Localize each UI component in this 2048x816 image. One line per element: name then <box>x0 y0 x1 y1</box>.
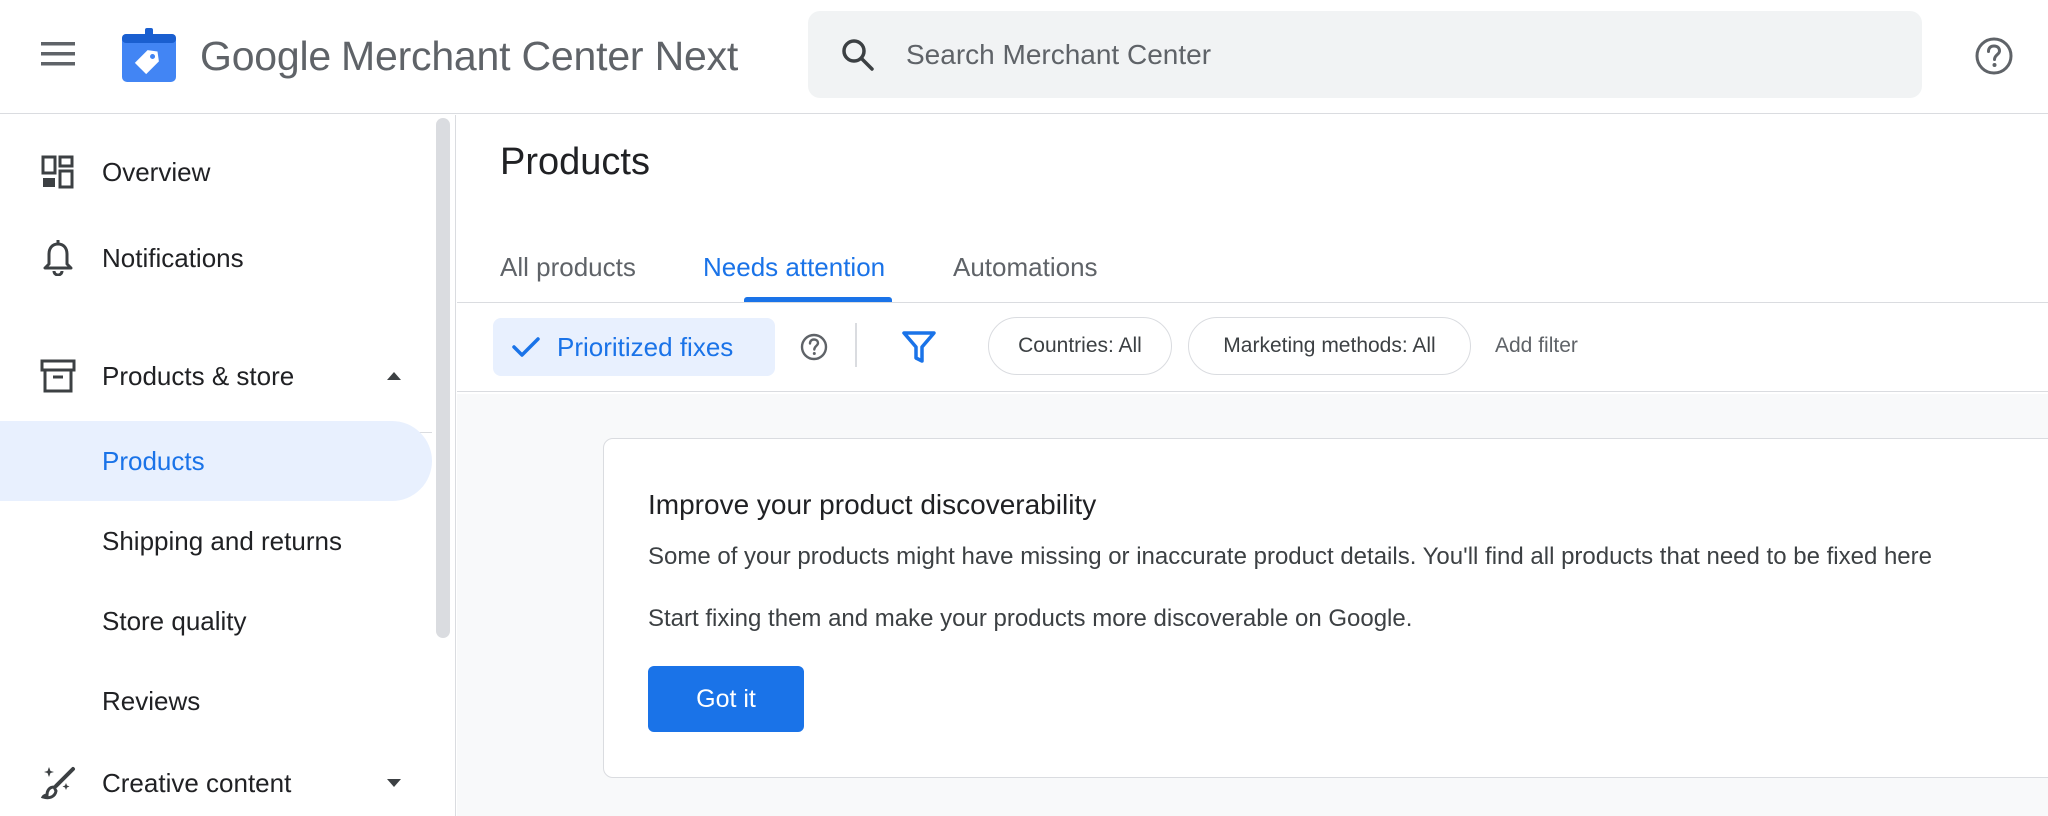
prioritized-help-icon[interactable] <box>799 332 829 362</box>
tab-needs-attention[interactable]: Needs attention <box>703 227 885 307</box>
sidebar-item-label: Notifications <box>102 242 244 273</box>
countries-filter-chip[interactable]: Countries: All <box>988 317 1172 375</box>
sidebar-scrollbar[interactable] <box>436 118 450 638</box>
tab-automations[interactable]: Automations <box>953 227 1098 307</box>
sidebar-item-label: Reviews <box>102 685 201 716</box>
sidebar-nav: Overview Notifications Products & store … <box>0 115 456 816</box>
content-area: Improve your product discoverability Som… <box>457 394 2048 816</box>
sidebar-item-label: Overview <box>102 156 211 187</box>
sidebar-item-creative-content[interactable]: Creative content <box>0 743 432 816</box>
sidebar-item-label: Products & store <box>102 360 295 391</box>
filter-separator <box>855 323 857 367</box>
menu-icon <box>41 42 75 66</box>
check-icon <box>509 330 543 364</box>
dashboard-icon <box>38 152 78 192</box>
help-button[interactable] <box>1972 34 2016 78</box>
sidebar-item-label: Store quality <box>102 605 247 636</box>
collapse-caret-icon[interactable] <box>382 364 406 388</box>
sidebar-item-label: Products <box>102 445 205 476</box>
prioritized-fixes-label: Prioritized fixes <box>557 331 734 362</box>
sidebar-item-shipping-and-returns[interactable]: Shipping and returns <box>0 501 432 581</box>
card-title: Improve your product discoverability <box>648 489 1097 520</box>
product-name: Google Merchant Center Next <box>200 28 738 84</box>
search-input[interactable] <box>906 24 1922 85</box>
main-content: Products All products Needs attention Au… <box>457 115 2048 816</box>
top-app-bar: Google Merchant Center Next <box>0 0 2048 114</box>
sidebar-item-products[interactable]: Products <box>0 421 432 501</box>
marketing-methods-filter-chip[interactable]: Marketing methods: All <box>1188 317 1471 375</box>
got-it-button[interactable]: Got it <box>648 666 804 732</box>
merchant-center-logo[interactable] <box>122 28 176 82</box>
filter-icon[interactable] <box>901 329 937 365</box>
sidebar-item-label: Creative content <box>102 767 292 798</box>
card-body-text: Start fixing them and make your products… <box>648 605 1413 632</box>
brand-google: Google <box>200 32 332 79</box>
add-filter-button[interactable]: Add filter <box>1495 317 1578 375</box>
sidebar-item-store-quality[interactable]: Store quality <box>0 581 432 661</box>
filter-bar: Prioritized fixes Countries: All Marketi… <box>457 302 2048 392</box>
card-body-text: Some of your products might have missing… <box>648 543 1932 570</box>
magic-brush-icon <box>38 763 78 803</box>
tab-all-products[interactable]: All products <box>500 227 636 307</box>
brand-product: Merchant Center Next <box>341 32 739 79</box>
page-title: Products <box>500 141 650 183</box>
sidebar-item-overview[interactable]: Overview <box>0 132 432 212</box>
sidebar-item-products-and-store[interactable]: Products & store <box>0 336 432 416</box>
help-icon <box>1975 37 2013 75</box>
sidebar-item-notifications[interactable]: Notifications <box>0 218 432 298</box>
prioritized-fixes-chip[interactable]: Prioritized fixes <box>493 318 775 376</box>
expand-caret-icon[interactable] <box>382 771 406 795</box>
bell-icon <box>38 238 78 278</box>
sidebar-item-reviews[interactable]: Reviews <box>0 661 432 741</box>
search-bar[interactable] <box>808 11 1922 98</box>
search-icon[interactable] <box>838 35 878 75</box>
sidebar-item-label: Shipping and returns <box>102 525 342 556</box>
main-menu-button[interactable] <box>34 34 82 74</box>
discoverability-card: Improve your product discoverability Som… <box>603 438 2048 778</box>
store-archive-icon <box>38 356 78 396</box>
